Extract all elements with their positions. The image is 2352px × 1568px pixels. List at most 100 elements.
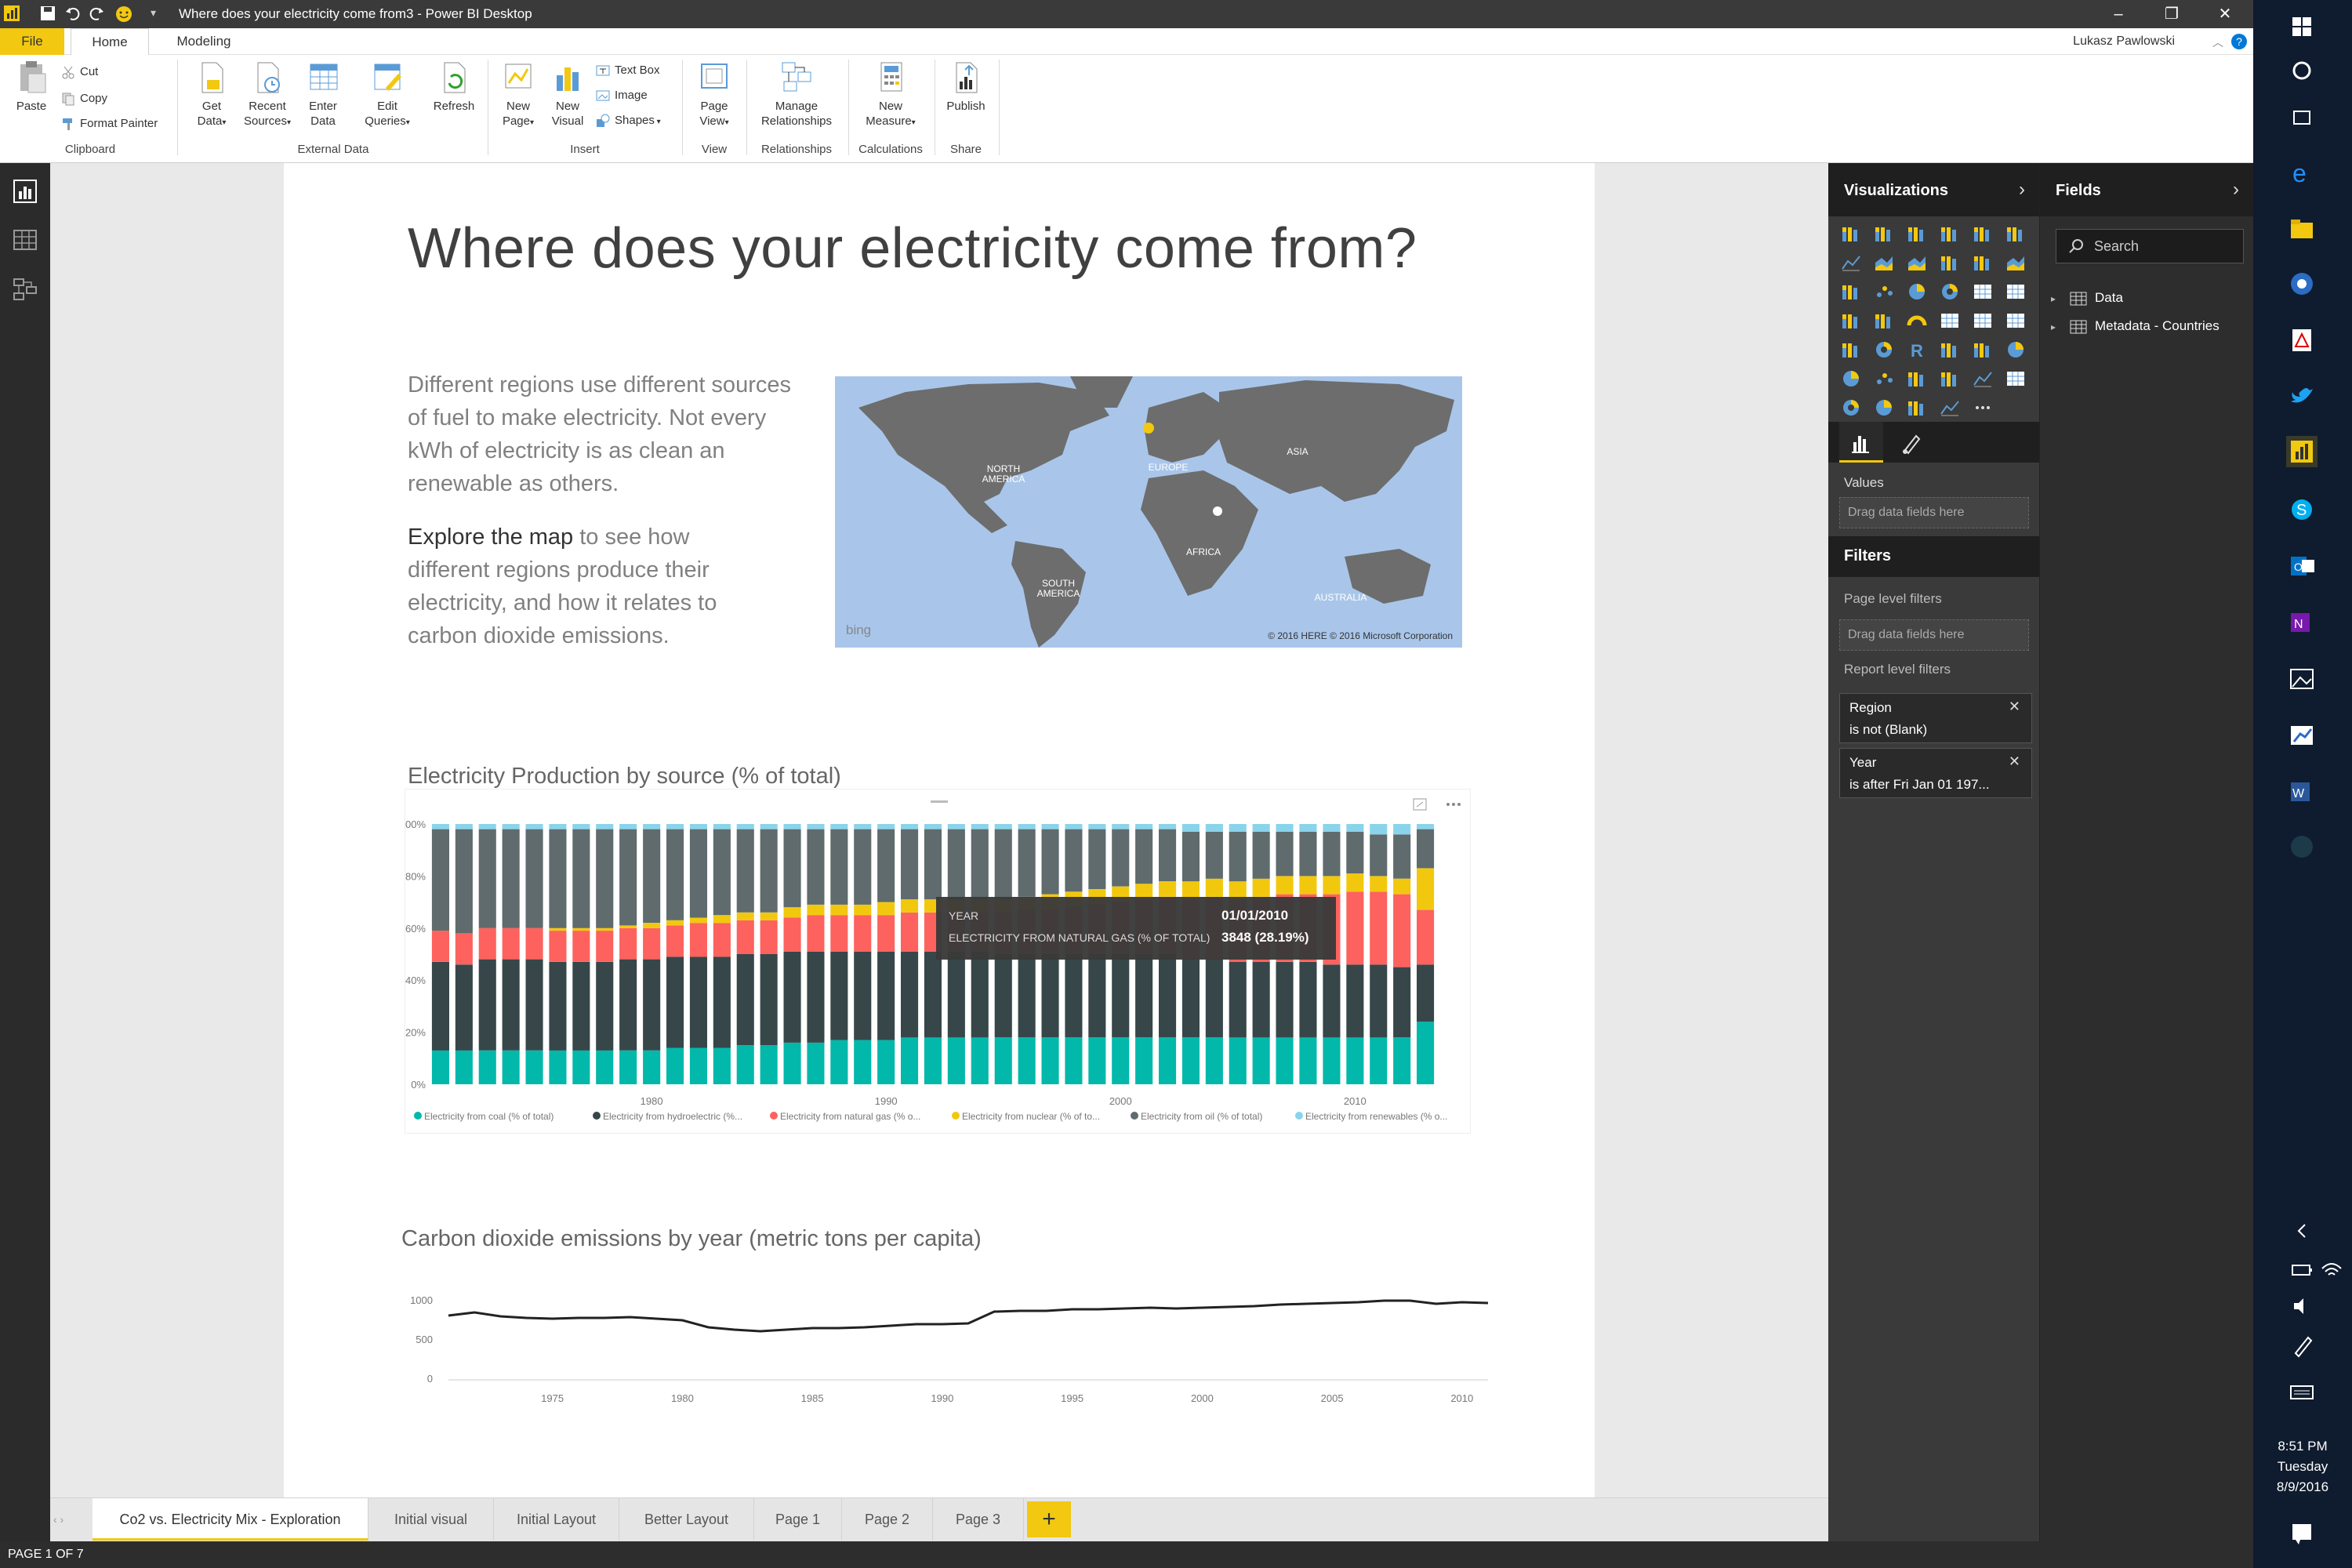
stacked-column-visual-icon[interactable] xyxy=(1872,223,1896,245)
add-page-button[interactable]: + xyxy=(1027,1501,1071,1537)
pie-visual-icon[interactable] xyxy=(1905,281,1929,303)
waterfall-visual-icon[interactable] xyxy=(1839,281,1863,303)
gauge-visual-icon[interactable] xyxy=(1905,310,1929,332)
publish-button[interactable]: Publish xyxy=(939,60,993,114)
acrobat-icon[interactable] xyxy=(2286,325,2318,356)
r-visual-visual-icon[interactable]: R xyxy=(1905,339,1929,361)
line-column-visual-icon[interactable] xyxy=(1938,252,1962,274)
page-tab-5[interactable]: Page 1 xyxy=(754,1498,842,1541)
paste-button[interactable]: Paste xyxy=(8,60,55,114)
collapse-ribbon-icon[interactable]: ︿ xyxy=(2212,34,2223,50)
copy-button[interactable]: Copy xyxy=(61,89,107,108)
clustered-column-visual-icon[interactable] xyxy=(1938,223,1962,245)
user-name[interactable]: Lukasz Pawlowski xyxy=(2073,34,2175,49)
page-tab-4[interactable]: Better Layout xyxy=(619,1498,754,1541)
tornado-visual-icon[interactable] xyxy=(1905,397,1929,419)
page-tab-7[interactable]: Page 3 xyxy=(933,1498,1024,1541)
aster-visual-icon[interactable] xyxy=(1872,397,1896,419)
field-table-metadata-countries[interactable]: ▸ Metadata - Countries xyxy=(2051,315,2220,337)
help-icon[interactable]: ? xyxy=(2231,34,2247,49)
new-visual-button[interactable]: New Visual xyxy=(546,60,590,129)
volume-icon[interactable] xyxy=(2286,1290,2318,1322)
refresh-button[interactable]: Refresh xyxy=(428,60,480,114)
line-clustered-column-visual-icon[interactable] xyxy=(1971,252,1994,274)
save-icon[interactable] xyxy=(39,5,56,22)
world-map-visual[interactable]: NORTH AMERICA EUROPE ASIA AFRICA SOUTH A… xyxy=(835,376,1462,648)
windows-start-icon[interactable] xyxy=(2286,11,2318,42)
expand-icon[interactable]: ▸ xyxy=(2051,316,2062,338)
values-drop-zone[interactable]: Drag data fields here xyxy=(1839,497,2029,528)
twitter-icon[interactable] xyxy=(2286,381,2318,412)
redo-icon[interactable] xyxy=(88,5,105,22)
pulse-visual-icon[interactable] xyxy=(1971,368,1994,390)
slicer-visual-icon[interactable] xyxy=(1839,339,1863,361)
table-visual-icon[interactable] xyxy=(1971,281,1994,303)
shape-map-visual-icon[interactable] xyxy=(1971,339,1994,361)
fields-well-tab[interactable] xyxy=(1839,422,1883,463)
powerbi-taskbar-icon[interactable] xyxy=(2286,436,2318,467)
page-view-button[interactable]: Page View▾ xyxy=(688,60,740,130)
globe-visual-icon[interactable] xyxy=(2004,339,2027,361)
tab-file[interactable]: File xyxy=(0,28,64,55)
relationships-view-icon[interactable] xyxy=(13,276,38,301)
get-data-button[interactable]: Get Data▾ xyxy=(187,60,237,130)
explore-text[interactable]: Explore the map to see how different reg… xyxy=(408,521,776,652)
chart-app-icon[interactable] xyxy=(2286,720,2318,751)
cut-button[interactable]: Cut xyxy=(61,63,98,82)
onenote-app-icon[interactable] xyxy=(2286,268,2318,299)
format-tab[interactable] xyxy=(1889,422,1933,463)
page-tab-2[interactable]: Initial visual xyxy=(368,1498,494,1541)
pen-icon[interactable] xyxy=(2286,1330,2318,1361)
edge-browser-icon[interactable]: e xyxy=(2286,157,2318,188)
donut-alt-visual-icon[interactable] xyxy=(1938,281,1962,303)
smiley-feedback-icon[interactable] xyxy=(114,5,133,24)
manage-relationships-button[interactable]: Manage Relationships xyxy=(751,60,842,129)
tab-home[interactable]: Home xyxy=(71,28,149,55)
sunburst-visual-icon[interactable] xyxy=(1839,397,1863,419)
bubble-visual-icon[interactable] xyxy=(1872,368,1896,390)
more-visual-icon[interactable] xyxy=(1971,397,1994,419)
tab-modeling[interactable]: Modeling xyxy=(161,28,247,55)
collapse-visualizations-icon[interactable]: › xyxy=(2019,179,2025,201)
fields-search-input[interactable]: Search xyxy=(2056,229,2244,263)
page-tab-1[interactable]: Co2 vs. Electricity Mix - Exploration xyxy=(93,1498,368,1541)
undo-icon[interactable] xyxy=(64,5,82,22)
app-circle-icon[interactable] xyxy=(2286,831,2318,862)
recent-sources-button[interactable]: Recent Sources▾ xyxy=(240,60,295,130)
format-painter-button[interactable]: Format Painter xyxy=(61,114,158,133)
report-title[interactable]: Where does your electricity come from? xyxy=(408,216,1417,281)
100pct-column-visual-icon[interactable] xyxy=(2004,223,2027,245)
remove-filter-icon[interactable]: ✕ xyxy=(2009,753,2020,770)
new-page-button[interactable]: New Page▾ xyxy=(494,60,543,130)
outlook-icon[interactable]: O xyxy=(2286,550,2318,582)
filled-funnel-visual-icon[interactable] xyxy=(1872,310,1896,332)
expand-icon[interactable]: ▸ xyxy=(2051,288,2062,310)
remove-filter-icon[interactable]: ✕ xyxy=(2009,699,2020,715)
action-center-icon[interactable] xyxy=(2286,1518,2318,1549)
collapse-fields-icon[interactable]: › xyxy=(2233,179,2239,201)
stacked-bar-visual-icon[interactable] xyxy=(1839,223,1863,245)
shapes-button[interactable]: Shapes ▾ xyxy=(596,111,661,130)
page-filters-drop-zone[interactable]: Drag data fields here xyxy=(1839,619,2029,651)
stacked-area-visual-icon[interactable] xyxy=(1905,252,1929,274)
word-icon[interactable]: W xyxy=(2286,776,2318,808)
wifi-icon[interactable] xyxy=(2316,1254,2347,1286)
page-tab-6[interactable]: Page 2 xyxy=(842,1498,933,1541)
new-measure-button[interactable]: New Measure▾ xyxy=(853,60,928,130)
file-explorer-icon[interactable] xyxy=(2286,213,2318,245)
quick-access-dropdown-icon[interactable]: ▾ xyxy=(151,6,156,20)
photos-icon[interactable] xyxy=(2286,663,2318,695)
minimize-button[interactable]: – xyxy=(2095,2,2142,27)
edit-queries-button[interactable]: Edit Queries▾ xyxy=(358,60,417,130)
cortana-icon[interactable] xyxy=(2286,55,2318,86)
kpi-visual-icon[interactable] xyxy=(2004,310,2027,332)
restore-button[interactable]: ❐ xyxy=(2148,2,2195,27)
system-clock[interactable]: 8:51 PM Tuesday 8/9/2016 xyxy=(2253,1436,2352,1497)
tab-scroll-arrows[interactable]: ‹ › xyxy=(53,1498,93,1541)
chord-visual-icon[interactable] xyxy=(1839,368,1863,390)
show-hidden-icons-chevron[interactable] xyxy=(2286,1215,2318,1247)
image-button[interactable]: Image xyxy=(596,86,648,105)
word-cloud-visual-icon[interactable] xyxy=(2004,368,2027,390)
line-visual-icon[interactable] xyxy=(1839,252,1863,274)
histogram-visual-icon[interactable] xyxy=(1938,397,1962,419)
